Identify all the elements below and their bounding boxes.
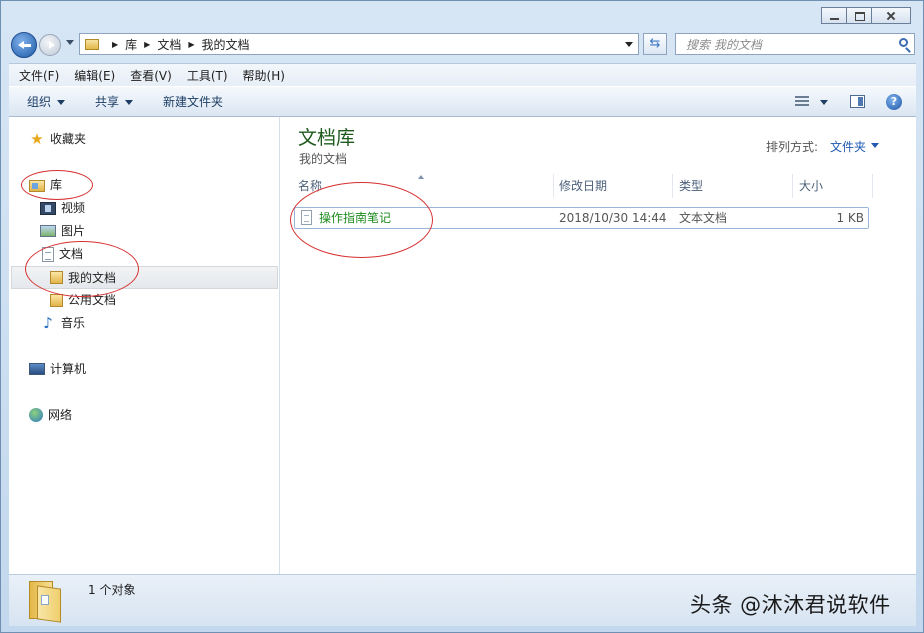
column-header-date[interactable]: 修改日期 xyxy=(553,174,673,198)
breadcrumb-separator-icon[interactable]: ▶ xyxy=(188,40,194,49)
nav-documents[interactable]: 文档 xyxy=(40,244,83,264)
menu-tools[interactable]: 工具(T) xyxy=(182,65,233,87)
view-options-chevron-down-icon[interactable] xyxy=(820,100,828,105)
nav-music-label: 音乐 xyxy=(61,316,86,330)
text-document-icon xyxy=(301,210,312,225)
music-note-icon: ♪ xyxy=(43,314,53,332)
library-folder-icon xyxy=(85,38,99,50)
breadcrumb-libraries[interactable]: 库 xyxy=(125,36,137,53)
library-subtitle: 我的文档 xyxy=(299,152,348,166)
back-arrow-icon[interactable] xyxy=(11,32,37,58)
nav-public-documents-label: 公用文档 xyxy=(68,293,117,307)
new-folder-button[interactable]: 新建文件夹 xyxy=(163,87,223,117)
refresh-icon[interactable]: ⇆ xyxy=(643,33,667,55)
nav-favorites[interactable]: ★ 收藏夹 xyxy=(29,129,86,149)
share-label: 共享 xyxy=(95,95,120,109)
organize-label: 组织 xyxy=(27,95,52,109)
file-list-pane: 文档库 我的文档 排列方式: 文件夹 名称 修改日期 类型 大小 操作指南笔记 … xyxy=(280,117,916,574)
menu-view[interactable]: 查看(V) xyxy=(125,65,177,87)
nav-network[interactable]: 网络 xyxy=(29,405,72,425)
breadcrumb-separator-icon[interactable]: ▶ xyxy=(112,40,118,49)
close-button[interactable] xyxy=(871,7,911,24)
nav-videos-label: 视频 xyxy=(61,201,86,215)
folder-icon xyxy=(50,293,63,307)
file-type: 文本文档 xyxy=(679,211,728,225)
nav-music[interactable]: ♪ 音乐 xyxy=(40,313,85,333)
nav-network-label: 网络 xyxy=(48,408,73,422)
share-button[interactable]: 共享 xyxy=(95,87,134,117)
menu-bar: 文件(F) 编辑(E) 查看(V) 工具(T) 帮助(H) xyxy=(9,63,916,87)
minimize-button[interactable] xyxy=(821,7,847,24)
video-library-icon xyxy=(40,201,56,215)
change-view-icon[interactable] xyxy=(795,96,809,108)
address-bar[interactable]: ▶ 库 ▶ 文档 ▶ 我的文档 xyxy=(79,33,639,55)
maximize-button[interactable] xyxy=(846,7,872,24)
nav-public-documents[interactable]: 公用文档 xyxy=(50,290,116,310)
breadcrumb-my-documents[interactable]: 我的文档 xyxy=(202,36,250,53)
nav-documents-label: 文档 xyxy=(59,247,84,261)
arrange-by-label: 排列方式: xyxy=(766,140,819,154)
file-row[interactable]: 操作指南笔记 2018/10/30 14:44 文本文档 1 KB xyxy=(294,207,869,229)
nav-my-documents-label: 我的文档 xyxy=(68,270,117,285)
help-icon[interactable]: ? xyxy=(886,94,902,110)
column-header-type[interactable]: 类型 xyxy=(673,174,793,198)
organize-button[interactable]: 组织 xyxy=(27,87,66,117)
nav-computer[interactable]: 计算机 xyxy=(29,359,86,379)
menu-help[interactable]: 帮助(H) xyxy=(238,65,290,87)
nav-computer-label: 计算机 xyxy=(50,362,87,376)
library-icon xyxy=(29,180,45,192)
search-icon[interactable] xyxy=(899,38,908,47)
library-title: 文档库 xyxy=(298,127,356,149)
navigation-pane: ★ 收藏夹 库 视频 图片 文档 我的文档 公用文档 ♪ 音乐 计算机 网络 xyxy=(9,117,280,574)
computer-icon xyxy=(29,363,45,375)
watermark: 头条 @沐沐君说软件 xyxy=(690,593,891,617)
window-caption-buttons xyxy=(821,7,911,24)
preview-pane-icon[interactable] xyxy=(850,95,865,108)
menu-edit[interactable]: 编辑(E) xyxy=(69,65,120,87)
command-toolbar: 组织 共享 新建文件夹 ? xyxy=(9,86,916,117)
file-size: 1 KB xyxy=(836,211,864,225)
search-box[interactable] xyxy=(675,33,915,55)
address-dropdown-chevron-icon[interactable] xyxy=(625,42,633,47)
share-chevron-down-icon xyxy=(125,100,134,105)
folder-icon xyxy=(50,271,63,284)
nav-pictures-label: 图片 xyxy=(61,224,86,238)
item-count: 1 个对象 xyxy=(88,583,136,597)
forward-arrow-icon[interactable] xyxy=(39,34,61,56)
star-icon: ★ xyxy=(30,130,44,148)
nav-libraries[interactable]: 库 xyxy=(29,175,62,195)
breadcrumb-separator-icon[interactable]: ▶ xyxy=(144,40,150,49)
organize-chevron-down-icon xyxy=(57,100,66,105)
arrange-chevron-down-icon[interactable] xyxy=(871,143,879,148)
folder-icon xyxy=(27,581,61,623)
arrange-by-dropdown[interactable]: 文件夹 xyxy=(830,138,866,155)
column-header-name[interactable]: 名称 xyxy=(292,174,554,198)
explorer-window: ▶ 库 ▶ 文档 ▶ 我的文档 ⇆ 文件(F) 编辑(E) 查看(V) 工具(T… xyxy=(0,0,924,633)
network-icon xyxy=(29,408,43,422)
file-modified-date: 2018/10/30 14:44 xyxy=(559,211,667,225)
nav-videos[interactable]: 视频 xyxy=(40,198,85,218)
nav-pictures[interactable]: 图片 xyxy=(40,221,85,241)
nav-favorites-label: 收藏夹 xyxy=(50,132,87,146)
breadcrumb-documents[interactable]: 文档 xyxy=(157,36,181,53)
column-header-size[interactable]: 大小 xyxy=(793,174,873,198)
file-name: 操作指南笔记 xyxy=(319,211,392,225)
menu-file[interactable]: 文件(F) xyxy=(14,65,64,87)
document-library-icon xyxy=(42,246,54,262)
nav-libraries-label: 库 xyxy=(50,178,63,192)
recent-pages-chevron-down-icon[interactable] xyxy=(66,40,74,45)
picture-library-icon xyxy=(40,225,56,237)
search-input[interactable] xyxy=(684,37,893,53)
nav-my-documents[interactable]: 我的文档 xyxy=(11,266,278,289)
navigation-bar: ▶ 库 ▶ 文档 ▶ 我的文档 ⇆ xyxy=(9,31,915,59)
